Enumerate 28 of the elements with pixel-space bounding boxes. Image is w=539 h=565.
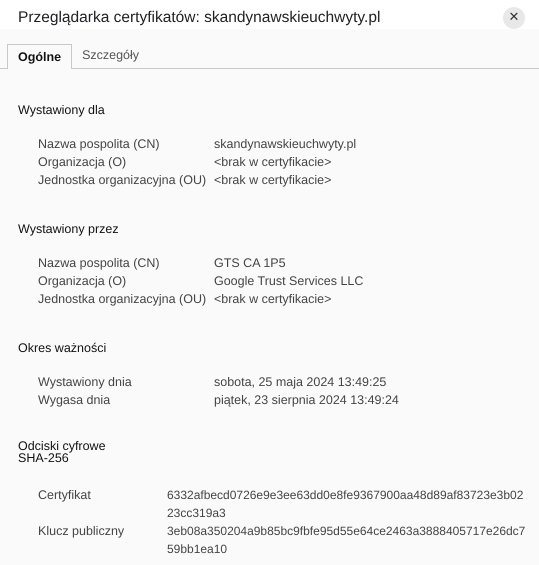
field-label: Jednostka organizacyjna (OU)	[38, 290, 208, 308]
window-title: Przeglądarka certyfikatów: skandynawskieuchwyty.pl	[18, 8, 380, 28]
field-label: Organizacja (O)	[38, 272, 128, 290]
field-value: 6332afbecd0726e9e3ee63dd0e8fe9367900aa48d89af83723e3b0223cc319a3	[167, 486, 524, 522]
section-heading: Okres ważności	[18, 340, 108, 357]
field-value: piątek, 23 sierpnia 2024 13:49:24	[214, 392, 399, 408]
field-value: <brak w certyfikacie>	[214, 172, 332, 189]
section-heading: Odciski cyfrowe SHA-256	[18, 440, 107, 464]
field-value: 3eb08a350204a9b85bc9fbfe95d55e64ce2463a3888405717e26dc759bb1ea10	[167, 522, 526, 558]
field-label: Jednostka organizacyjna (OU)	[38, 172, 208, 189]
field-value: GTS CA 1P5	[214, 254, 286, 272]
field-value: <brak w certyfikacie>	[214, 154, 332, 171]
field-label: Certyfikat	[38, 486, 92, 504]
field-label: Nazwa pospolita (CN)	[38, 254, 161, 272]
field-label: Organizacja (O)	[38, 154, 128, 171]
field-label: Klucz publiczny	[38, 522, 126, 540]
field-value: sobota, 25 maja 2024 13:49:25	[214, 374, 386, 390]
field-value: skandynawskieuchwyty.pl	[214, 136, 356, 153]
tab[interactable]: Szczegóły	[72, 43, 150, 68]
tab[interactable]: Ogólne	[7, 44, 72, 70]
field-label: Wystawiony dnia	[38, 374, 133, 390]
section-heading: Wystawiony dla	[18, 102, 106, 120]
field-value: Google Trust Services LLC	[214, 272, 364, 290]
field-label: Nazwa pospolita (CN)	[38, 136, 161, 153]
section-heading: Wystawiony przez	[18, 221, 120, 238]
close-button[interactable]: ✕	[503, 6, 525, 29]
field-value: <brak w certyfikacie>	[214, 290, 332, 308]
field-label: Wygasa dnia	[38, 392, 112, 408]
